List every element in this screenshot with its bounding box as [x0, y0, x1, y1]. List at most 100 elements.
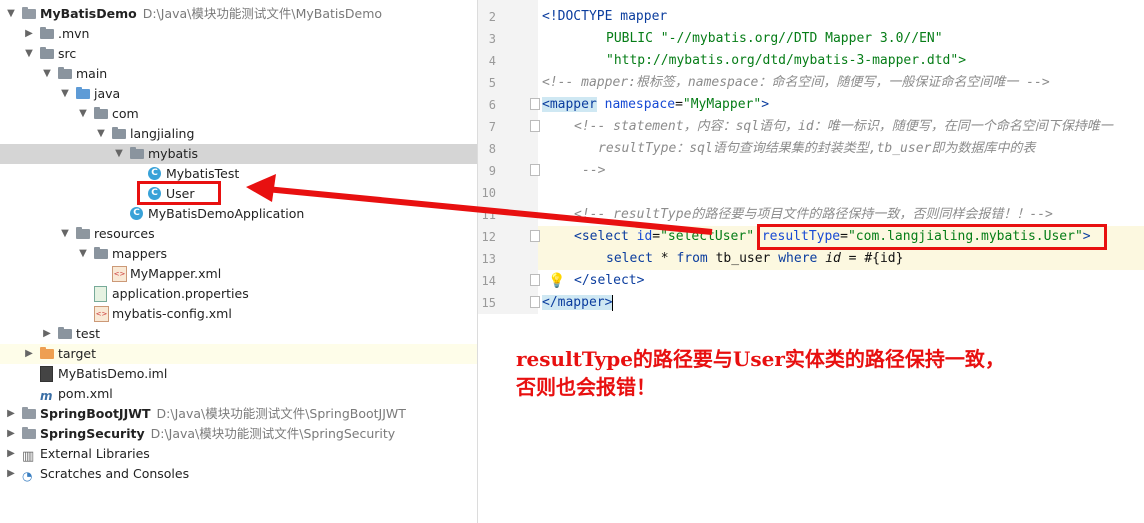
library-icon: ▥	[22, 449, 35, 464]
tree-item-label: MyBatisDemo.iml	[58, 366, 168, 381]
code-string: "selectUser"	[660, 229, 755, 244]
tree-item-application[interactable]: C MyBatisDemoApplication	[0, 204, 477, 224]
module-folder-icon	[22, 406, 38, 422]
fold-marker-icon[interactable]	[530, 230, 540, 242]
chevron-down-icon[interactable]: ▼	[76, 104, 90, 124]
line-number: 15	[481, 296, 496, 310]
fold-marker-icon[interactable]	[530, 164, 540, 176]
tree-item-mappers[interactable]: ▼ mappers	[0, 244, 477, 264]
tree-item-mymapper-xml[interactable]: <> MyMapper.xml	[0, 264, 477, 284]
chevron-down-icon[interactable]: ▼	[22, 44, 36, 64]
line-number: 11	[481, 208, 496, 222]
project-path: D:\Java\模块功能测试文件\SpringSecurity	[150, 426, 396, 441]
excluded-folder-icon	[40, 346, 56, 362]
chevron-down-icon[interactable]: ▼	[112, 144, 126, 164]
annotation-line: resultType的路径要与User实体类的路径保持一致，	[516, 347, 1005, 371]
line-number: 5	[488, 76, 496, 90]
tree-item-java[interactable]: ▼ java	[0, 84, 477, 104]
spring-class-icon: C	[130, 206, 146, 222]
chevron-right-icon[interactable]: ▶	[4, 464, 18, 484]
chevron-right-icon[interactable]: ▶	[4, 404, 18, 424]
code-text: = #{id}	[840, 251, 904, 266]
code-line-3: PUBLIC "-//mybatis.org//DTD Mapper 3.0//…	[606, 28, 943, 50]
sql-keyword: select	[606, 251, 653, 266]
tree-row-scratches[interactable]: ▶ ◔ Scratches and Consoles	[0, 464, 477, 484]
project-tree-panel: ▼ MyBatisDemo D:\Java\模块功能测试文件\MyBatisDem…	[0, 0, 478, 523]
folder-icon	[58, 66, 74, 82]
tree-item-label: test	[76, 326, 101, 341]
tree-item-mybatistest[interactable]: C MybatisTest	[0, 164, 477, 184]
folder-icon	[58, 326, 74, 342]
chevron-down-icon[interactable]: ▼	[40, 64, 54, 84]
tree-item-mybatis-config[interactable]: <> mybatis-config.xml	[0, 304, 477, 324]
tree-item-com[interactable]: ▼ com	[0, 104, 477, 124]
tree-item-label: .mvn	[58, 26, 90, 41]
chevron-down-icon[interactable]: ▼	[58, 84, 72, 104]
line-number: 9	[488, 164, 496, 178]
line-number: 8	[488, 142, 496, 156]
tree-row-root[interactable]: ▼ MyBatisDemo D:\Java\模块功能测试文件\MyBatisDem…	[0, 4, 477, 24]
code-attr: id	[636, 229, 653, 244]
code-line-9: -->	[582, 160, 605, 182]
chevron-down-icon[interactable]: ▼	[94, 124, 108, 144]
fold-marker-icon[interactable]	[530, 296, 540, 308]
chevron-right-icon[interactable]: ▶	[4, 444, 18, 464]
chevron-right-icon[interactable]: ▶	[22, 24, 36, 44]
code-tag: <select	[574, 229, 629, 244]
tree-item-label: main	[76, 66, 108, 81]
code-comment: <!-- resultType的路径要与项目文件的路径保持一致，否则同样会报错！…	[574, 207, 1053, 222]
tree-item-label: src	[58, 46, 77, 61]
tree-item-test[interactable]: ▶ test	[0, 324, 477, 344]
tree-item-label: External Libraries	[40, 446, 150, 461]
tree-item-target[interactable]: ▶ target	[0, 344, 477, 364]
chevron-right-icon[interactable]: ▶	[40, 324, 54, 344]
line-number: 10	[481, 186, 496, 200]
tree-item-label: java	[94, 86, 121, 101]
line-number: 13	[481, 252, 496, 266]
line-number: 12	[481, 230, 496, 244]
code-tag: </select>	[574, 273, 645, 288]
code-line-5: <!-- mapper:根标签，namespace：命名空间，随便写，一般保证命…	[542, 72, 1050, 94]
code-text: "http://mybatis.org/dtd/mybatis-3-mapper…	[606, 53, 967, 68]
tree-item-src[interactable]: ▼ src	[0, 44, 477, 64]
chevron-right-icon[interactable]: ▶	[4, 424, 18, 444]
line-number: 6	[488, 98, 496, 112]
tree-item-langjialing[interactable]: ▼ langjialing	[0, 124, 477, 144]
tree-item-mvn[interactable]: ▶ .mvn	[0, 24, 477, 44]
scratches-icon: ◔	[22, 469, 33, 483]
chevron-down-icon[interactable]: ▼	[4, 4, 18, 24]
tree-item-iml[interactable]: MyBatisDemo.iml	[0, 364, 477, 384]
fold-marker-icon[interactable]	[530, 120, 540, 132]
code-line-8: resultType：sql语句查询结果集的封装类型,tb_user即为数据库中…	[598, 138, 1035, 160]
fold-marker-icon[interactable]	[530, 274, 540, 286]
fold-marker-icon[interactable]	[530, 98, 540, 110]
chevron-right-icon[interactable]: ▶	[22, 344, 36, 364]
tree-item-label: Scratches and Consoles	[40, 466, 190, 481]
annotation-line: 否则也会报错！	[516, 375, 656, 399]
maven-icon: m	[40, 389, 53, 403]
line-number: 4	[488, 54, 496, 68]
tree-item-main[interactable]: ▼ main	[0, 64, 477, 84]
tree-item-label: mybatis-config.xml	[112, 306, 232, 321]
tree-item-label: MyBatisDemoApplication	[148, 206, 305, 221]
tree-item-application-properties[interactable]: application.properties	[0, 284, 477, 304]
package-icon	[94, 106, 110, 122]
tree-item-user[interactable]: C User	[0, 184, 477, 204]
folder-icon	[40, 46, 56, 62]
chevron-down-icon[interactable]: ▼	[58, 224, 72, 244]
line-number: 2	[488, 10, 496, 24]
tree-row-external-libraries[interactable]: ▶ ▥ External Libraries	[0, 444, 477, 464]
tree-item-mybatis[interactable]: ▼ mybatis	[0, 144, 477, 164]
tree-item-resources[interactable]: ▼ resources	[0, 224, 477, 244]
sql-keyword: where	[778, 251, 818, 266]
code-line-15: </mapper>	[542, 292, 614, 314]
lightbulb-icon[interactable]: 💡	[548, 273, 565, 289]
chevron-down-icon[interactable]: ▼	[76, 244, 90, 264]
code-text: tb_user	[707, 251, 779, 266]
tree-item-pom[interactable]: m pom.xml	[0, 384, 477, 404]
tree-row-springsecurity[interactable]: ▶ SpringSecurity D:\Java\模块功能测试文件\SpringS…	[0, 424, 477, 444]
tree-row-springbootjjwt[interactable]: ▶ SpringBootJJWT D:\Java\模块功能测试文件\SpringB…	[0, 404, 477, 424]
code-editor[interactable]: 2 3 4 5 6 7 8 9 10 11 12 13 14 15 💡 <!DO…	[478, 0, 1144, 523]
folder-icon	[40, 26, 56, 42]
